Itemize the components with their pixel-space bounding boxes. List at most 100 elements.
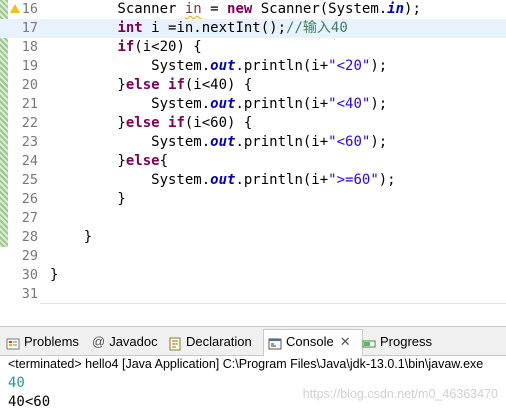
tab-declaration[interactable]: Declaration: [168, 330, 252, 354]
line-code: System.out.println(i+"<20");: [50, 57, 387, 76]
code-text: );: [378, 172, 396, 188]
code-line[interactable]: 31: [0, 285, 506, 304]
code-line[interactable]: 16 Scanner in = new Scanner(System.in);: [0, 0, 506, 19]
static-field: out: [210, 58, 236, 74]
code-text: System.: [50, 96, 211, 112]
comment: //输入40: [286, 20, 348, 36]
console-input-line: 40: [8, 375, 25, 391]
tab-problems[interactable]: Problems: [6, 330, 79, 354]
code-line[interactable]: 29: [0, 247, 506, 266]
horizontal-scrollbar[interactable]: <: [40, 303, 506, 306]
keyword: else: [125, 153, 160, 169]
line-number: 29: [21, 248, 38, 264]
code-line[interactable]: 25 System.out.println(i+">=60");: [0, 171, 506, 190]
line-number: 21: [21, 96, 38, 112]
line-number: 20: [21, 77, 38, 93]
code-line[interactable]: 17 int i =in.nextInt();//输入40: [0, 19, 506, 38]
code-text: }: [50, 229, 93, 245]
code-line[interactable]: 26 }: [0, 190, 506, 209]
code-text: }: [50, 153, 126, 169]
panel-tab-bar: Problems @ Javadoc Declaration Console ✕ P…: [0, 327, 506, 356]
code-line[interactable]: 27: [0, 209, 506, 228]
line-number: 24: [21, 153, 38, 169]
line-code: }else if(i<60) {: [50, 114, 252, 133]
console-panel: Problems @ Javadoc Declaration Console ✕ P…: [0, 326, 506, 414]
tab-javadoc-label: Javadoc: [109, 334, 158, 349]
tab-progress[interactable]: Progress: [362, 330, 432, 354]
code-text: }: [50, 267, 59, 283]
code-text: =: [201, 1, 228, 17]
code-text: );: [370, 96, 388, 112]
keyword: int: [117, 20, 143, 36]
code-text: (i<20) {: [134, 39, 202, 55]
code-line[interactable]: 24 }else{: [0, 152, 506, 171]
code-text: );: [370, 58, 388, 74]
code-line[interactable]: 28 }: [0, 228, 506, 247]
tab-console-label: Console: [286, 334, 334, 349]
code-text: Scanner: [50, 1, 185, 17]
code-text: }: [50, 115, 126, 131]
line-number: 27: [21, 210, 38, 226]
line-code: }: [50, 228, 92, 247]
line-code: }: [50, 266, 58, 285]
keyword: if: [117, 39, 135, 55]
keyword: if: [168, 77, 185, 93]
string-literal: ">=60": [328, 172, 379, 188]
line-number: 23: [21, 134, 38, 150]
close-icon[interactable]: ✕: [340, 330, 351, 354]
keyword: else: [125, 77, 160, 93]
tab-declaration-label: Declaration: [186, 334, 252, 349]
javadoc-icon: @: [92, 334, 106, 349]
code-line[interactable]: 22 }else if(i<60) {: [0, 114, 506, 133]
code-text: {: [159, 153, 169, 169]
line-code: }: [50, 190, 125, 209]
line-number: 26: [21, 191, 38, 207]
code-text: );: [404, 1, 421, 17]
static-field: out: [210, 134, 236, 150]
static-field: out: [210, 172, 236, 188]
line-number: 25: [21, 172, 38, 188]
code-line[interactable]: 20 }else if(i<40) {: [0, 76, 506, 95]
line-code: System.out.println(i+">=60");: [50, 171, 396, 190]
keyword: new: [227, 1, 253, 17]
line-number: 28: [21, 229, 38, 245]
tab-console[interactable]: Console ✕: [263, 329, 363, 356]
string-literal: "<40": [328, 96, 371, 112]
code-editor[interactable]: 16 Scanner in = new Scanner(System.in); 1…: [0, 0, 506, 306]
declaration-icon: [168, 335, 182, 351]
code-text: System.: [50, 172, 211, 188]
line-number: 30: [21, 267, 38, 283]
string-literal: "<60": [328, 134, 371, 150]
code-line[interactable]: 23 System.out.println(i+"<60");: [0, 133, 506, 152]
code-text: (i<60) {: [184, 115, 253, 131]
code-line[interactable]: 19 System.out.println(i+"<20");: [0, 57, 506, 76]
string-literal: "<20": [328, 58, 371, 74]
line-code: }else if(i<40) {: [50, 76, 252, 95]
code-text: .println(i+: [235, 58, 329, 74]
keyword: if: [168, 115, 185, 131]
code-line[interactable]: 18 if(i<20) {: [0, 38, 506, 57]
line-code: if(i<20) {: [50, 38, 202, 57]
code-text: .println(i+: [235, 134, 329, 150]
line-number: 31: [21, 286, 38, 302]
code-line[interactable]: 21 System.out.println(i+"<40");: [0, 95, 506, 114]
problems-icon: [6, 335, 20, 350]
code-text: System.: [50, 58, 211, 74]
code-text: }: [50, 77, 126, 93]
tab-javadoc[interactable]: @ Javadoc: [92, 330, 158, 354]
console-status-line: <terminated> hello4 [Java Application] C…: [8, 357, 484, 371]
code-line[interactable]: 30}: [0, 266, 506, 285]
line-number: 22: [21, 115, 38, 131]
scroll-left-icon[interactable]: <: [50, 304, 58, 306]
tab-problems-label: Problems: [24, 334, 79, 349]
line-code: }else{: [50, 152, 168, 171]
line-code: int i =in.nextInt();//输入40: [50, 19, 348, 38]
line-number: 16: [21, 1, 38, 17]
line-number: 19: [21, 58, 38, 74]
tab-progress-label: Progress: [380, 334, 433, 349]
code-text: Scanner(System.: [252, 1, 388, 17]
